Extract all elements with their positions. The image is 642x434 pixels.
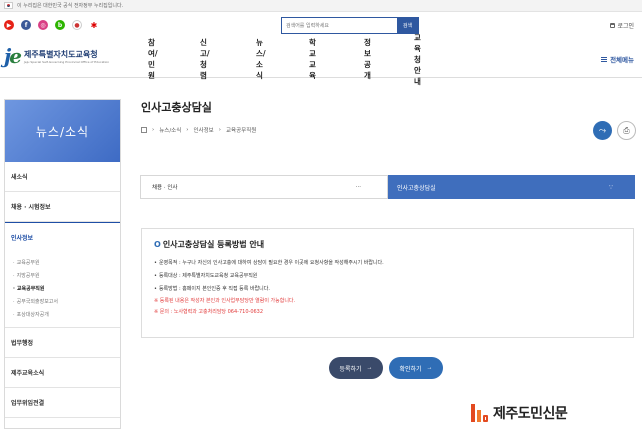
sidebar-item-recruitment[interactable]: 채용 · 시험정보	[5, 192, 120, 222]
sidebar: 뉴스/소식 새소식 채용 · 시험정보 인사정보 교육공무원 지방공무원 교육공…	[4, 99, 121, 429]
confirm-button[interactable]: 확인하기 →	[389, 357, 443, 379]
info-warning: ※ 문의 : 노사협력과 고충처리담당 064-710-0632	[154, 309, 264, 315]
circle-bullet-icon: O	[154, 240, 161, 249]
sidebar-sub-list: 교육공무원 지방공무원 교육공무직원 공무국외출장보고서 포상대상자공개	[5, 252, 120, 328]
sidebar-item-jeju-news[interactable]: 제주교육소식	[5, 358, 120, 388]
korea-flag-icon	[4, 2, 13, 9]
menu-office-guide[interactable]: 교육청안내	[414, 32, 421, 87]
subcategory-select-value: 인사고충상담실	[397, 184, 436, 192]
more-icon: ···	[355, 184, 361, 190]
sns-links: ▶ f ◎ b ● ✱	[4, 20, 99, 30]
hamburger-icon	[601, 56, 608, 62]
breadcrumb-item[interactable]: 뉴스/소식	[159, 126, 181, 134]
sidebar-sub-item-active[interactable]: 교육공무직원	[13, 282, 120, 295]
breadcrumb-item[interactable]: 인사정보	[194, 126, 214, 134]
instagram-icon[interactable]: ◎	[38, 20, 48, 30]
youtube-icon[interactable]: ▶	[4, 20, 14, 30]
confirm-label: 확인하기	[399, 366, 422, 373]
global-nav: je 제주특별자치도교육청 Jeju Special Self-Governin…	[0, 33, 642, 86]
site-logo[interactable]: je 제주특별자치도교육청 Jeju Special Self-Governin…	[4, 44, 109, 68]
sidebar-title: 뉴스/소식	[5, 100, 120, 162]
sidebar-sub-item[interactable]: 교육공무원	[13, 256, 120, 269]
home-icon[interactable]	[141, 127, 147, 133]
search-box: 검색	[281, 17, 419, 34]
print-icon[interactable]: ⎙	[617, 121, 636, 140]
korean-language-icon[interactable]: ●	[72, 20, 82, 30]
page-title: 인사고충상담실	[141, 101, 212, 114]
sidebar-item-legal[interactable]: 법무행정	[5, 328, 120, 358]
info-line: 운영목적 : 누구나 자신의 인사고충에 대하여 상담이 필요한 경우 이곳에 …	[154, 256, 621, 269]
blog-icon[interactable]: b	[55, 20, 65, 30]
breadcrumb-item[interactable]: 교육공무직원	[226, 126, 256, 134]
menu-participation[interactable]: 참여/민원	[148, 37, 158, 81]
menu-report[interactable]: 신고/청렴	[200, 37, 210, 81]
arrow-right-icon: →	[366, 365, 373, 371]
search-input[interactable]	[282, 18, 397, 33]
newspaper-watermark: 제주도민신문	[471, 403, 568, 423]
info-box: O인사고충상담실 등록방법 안내 운영목적 : 누구나 자신의 인사고충에 대하…	[141, 228, 634, 338]
login-label: 로그인	[617, 23, 634, 30]
info-title: 인사고충상담실 등록방법 안내	[162, 240, 265, 249]
menu-info-disclosure[interactable]: 정보공개	[364, 37, 371, 81]
logo-name: 제주특별자치도교육청	[23, 49, 98, 59]
info-warning: ※ 등록된 내용은 작성자 본인과 인사업무담당만 열람이 가능합니다.	[154, 298, 296, 304]
facebook-icon[interactable]: f	[21, 20, 31, 30]
menu-news[interactable]: 뉴스/소식	[256, 37, 266, 81]
arrow-right-icon: →	[426, 365, 433, 371]
sidebar-item-delegation[interactable]: 업무위임전결	[5, 388, 120, 418]
newspaper-logo-icon	[471, 404, 489, 422]
sidebar-sub-item[interactable]: 공무국외출장보고서	[13, 295, 120, 308]
menu-school-education[interactable]: 학교교육	[309, 37, 316, 81]
sidebar-sub-item[interactable]: 지방공무원	[13, 269, 120, 282]
breadcrumb: › 뉴스/소식 › 인사정보 › 교육공무직원	[141, 126, 256, 134]
info-line: 등록방법 : 홈페이지 본인인증 후 직접 등록 바랍니다.	[154, 282, 621, 295]
watermark-text: 제주도민신문	[493, 406, 568, 422]
info-line: 등록대상 : 제주특별자치도교육청 교육공무직원	[154, 269, 621, 282]
gov-banner: 이 누리집은 대한민국 공식 전자정부 누리집입니다.	[0, 0, 642, 12]
login-link[interactable]: 로그인	[610, 21, 634, 30]
category-select[interactable]: 채용 · 인사 ···	[140, 175, 388, 199]
share-icon[interactable]: ⤳	[593, 121, 612, 140]
subcategory-select[interactable]: 인사고충상담실 ∵	[388, 175, 635, 199]
logo-name-en: Jeju Special Self-Governing Provincial O…	[23, 59, 110, 64]
all-menu-button[interactable]: 전체메뉴	[601, 54, 634, 64]
gov-banner-text: 이 누리집은 대한민국 공식 전자정부 누리집입니다.	[17, 3, 124, 9]
sidebar-sub-item[interactable]: 포상대상자공개	[13, 308, 120, 321]
chinese-language-icon[interactable]: ✱	[89, 20, 99, 30]
logo-mark: je	[4, 44, 22, 68]
sidebar-item-news[interactable]: 새소식	[5, 162, 120, 192]
utility-bar: ▶ f ◎ b ● ✱ 검색 로그인	[0, 12, 642, 40]
lock-icon	[610, 23, 616, 28]
all-menu-label: 전체메뉴	[610, 56, 634, 64]
category-select-value: 채용 · 인사	[152, 185, 178, 191]
sidebar-item-personnel[interactable]: 인사정보	[5, 222, 120, 252]
register-button[interactable]: 등록하기 →	[329, 357, 383, 379]
register-label: 등록하기	[339, 366, 362, 373]
chevron-down-icon: ∵	[609, 183, 613, 191]
